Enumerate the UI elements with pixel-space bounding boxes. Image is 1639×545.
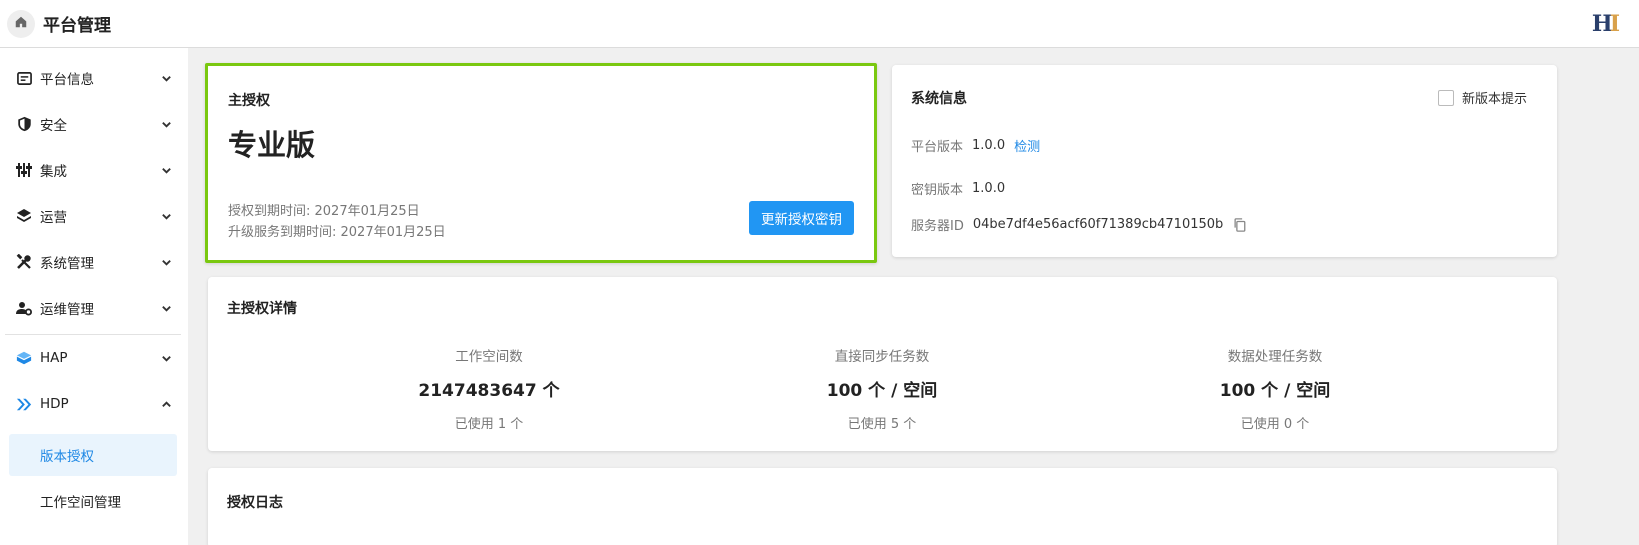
sidebar: 平台信息 安全 集成 运营 系统管理 运维管理 HAP HDP 版本授权 工作空… [0,48,188,545]
home-button[interactable] [7,9,35,38]
server-id-label: 服务器ID [911,219,964,234]
sidebar-item-security[interactable]: 安全 [0,101,188,147]
key-version-label: 密钥版本 [911,183,964,198]
tools-icon [16,254,32,270]
sidebar-item-system-management[interactable]: 系统管理 [0,239,188,285]
license-edition: 专业版 [228,128,316,162]
stat-value: 2147483647 个 [418,381,560,401]
license-details-card: 主授权详情 工作空间数 2147483647 个 已使用 1 个 直接同步任务数… [208,277,1557,451]
key-version-row: 密钥版本 1.0.0 [911,179,1005,198]
sidebar-subitem-version-license[interactable]: 版本授权 [9,434,177,476]
check-update-link[interactable]: 检测 [1014,136,1040,155]
sidebar-item-operations[interactable]: 运营 [0,193,188,239]
layers-icon [16,208,32,224]
system-info-title: 系统信息 [911,91,967,107]
chevron-down-icon [160,118,172,130]
chevron-down-icon [160,256,172,268]
sidebar-item-platform-info[interactable]: 平台信息 [0,55,188,101]
sidebar-item-ops-management[interactable]: 运维管理 [0,285,188,331]
shield-icon [16,116,32,132]
sidebar-item-label: 安全 [40,118,67,134]
sidebar-item-integration[interactable]: 集成 [0,147,188,193]
sidebar-subitem-label: 版本授权 [40,449,94,465]
license-card-title: 主授权 [228,93,270,109]
platform-version-row: 平台版本 1.0.0 检测 [911,136,1040,155]
key-version-value: 1.0.0 [972,181,1006,196]
sidebar-subitem-label: 工作空间管理 [40,495,121,511]
hap-cube-icon [16,350,32,366]
main-license-card: 主授权 专业版 授权到期时间: 2027年01月25日 升级服务到期时间: 20… [205,63,877,263]
sidebar-item-label: 运维管理 [40,302,94,318]
user-gear-icon [16,300,32,316]
sidebar-item-label: HDP [40,396,69,412]
sidebar-item-label: 平台信息 [40,72,94,88]
new-version-checkbox[interactable] [1438,89,1454,106]
chevron-up-icon [160,398,172,410]
stat-used: 已使用 1 个 [454,417,524,432]
sidebar-item-hap[interactable]: HAP [0,335,188,381]
hdp-chevrons-icon [16,396,32,412]
home-icon [14,14,28,33]
stat-label: 工作空间数 [455,349,523,365]
page-title: 平台管理 [43,16,111,36]
stat-used: 已使用 5 个 [847,417,917,432]
sidebar-item-label: 运营 [40,210,67,226]
new-version-hint-label: 新版本提示 [1462,92,1528,107]
system-info-card: 系统信息 新版本提示 平台版本 1.0.0 检测 密钥版本 1.0.0 服务器I… [892,65,1557,257]
stat-used: 已使用 0 个 [1240,417,1310,432]
info-card-icon [16,70,32,86]
chevron-down-icon [160,72,172,84]
stat-data-processing-tasks: 数据处理任务数 100 个 / 空间 已使用 0 个 [1135,345,1415,432]
license-details-title: 主授权详情 [227,301,297,317]
sidebar-item-label: 系统管理 [40,256,94,272]
chevron-down-icon [160,164,172,176]
new-version-hint-toggle[interactable]: 新版本提示 [1438,88,1527,107]
stat-label: 数据处理任务数 [1227,349,1323,365]
sidebar-item-hdp[interactable]: HDP [0,381,188,427]
stat-label: 直接同步任务数 [834,349,930,365]
stat-direct-sync-tasks: 直接同步任务数 100 个 / 空间 已使用 5 个 [742,345,1022,432]
sidebar-item-label: 集成 [40,164,67,180]
sliders-icon [16,162,32,178]
sidebar-subitem-workspace-management[interactable]: 工作空间管理 [9,480,177,522]
chevron-down-icon [160,352,172,364]
server-id-row: 服务器ID 04be7df4e56acf60f71389cb4710150b [911,215,1246,234]
platform-version-label: 平台版本 [911,140,964,155]
upgrade-expire-date: 升级服务到期时间: 2027年01月25日 [228,225,446,240]
stat-value: 100 个 / 空间 [1219,381,1331,401]
license-log-card: 授权日志 [208,468,1557,545]
chevron-down-icon [160,210,172,222]
renew-license-key-button[interactable]: 更新授权密钥 [749,201,854,235]
platform-version-value: 1.0.0 [972,138,1006,153]
sidebar-item-label: HAP [40,350,68,366]
top-header: 平台管理 HI [0,0,1639,48]
server-id-value: 04be7df4e56acf60f71389cb4710150b [972,217,1224,232]
license-log-title: 授权日志 [227,495,283,511]
stat-value: 100 个 / 空间 [826,381,938,401]
chevron-down-icon [160,302,172,314]
stat-workspaces: 工作空间数 2147483647 个 已使用 1 个 [349,345,629,432]
license-expire-date: 授权到期时间: 2027年01月25日 [228,204,420,219]
brand-logo: HI [1591,11,1620,37]
copy-icon[interactable] [1232,217,1246,232]
